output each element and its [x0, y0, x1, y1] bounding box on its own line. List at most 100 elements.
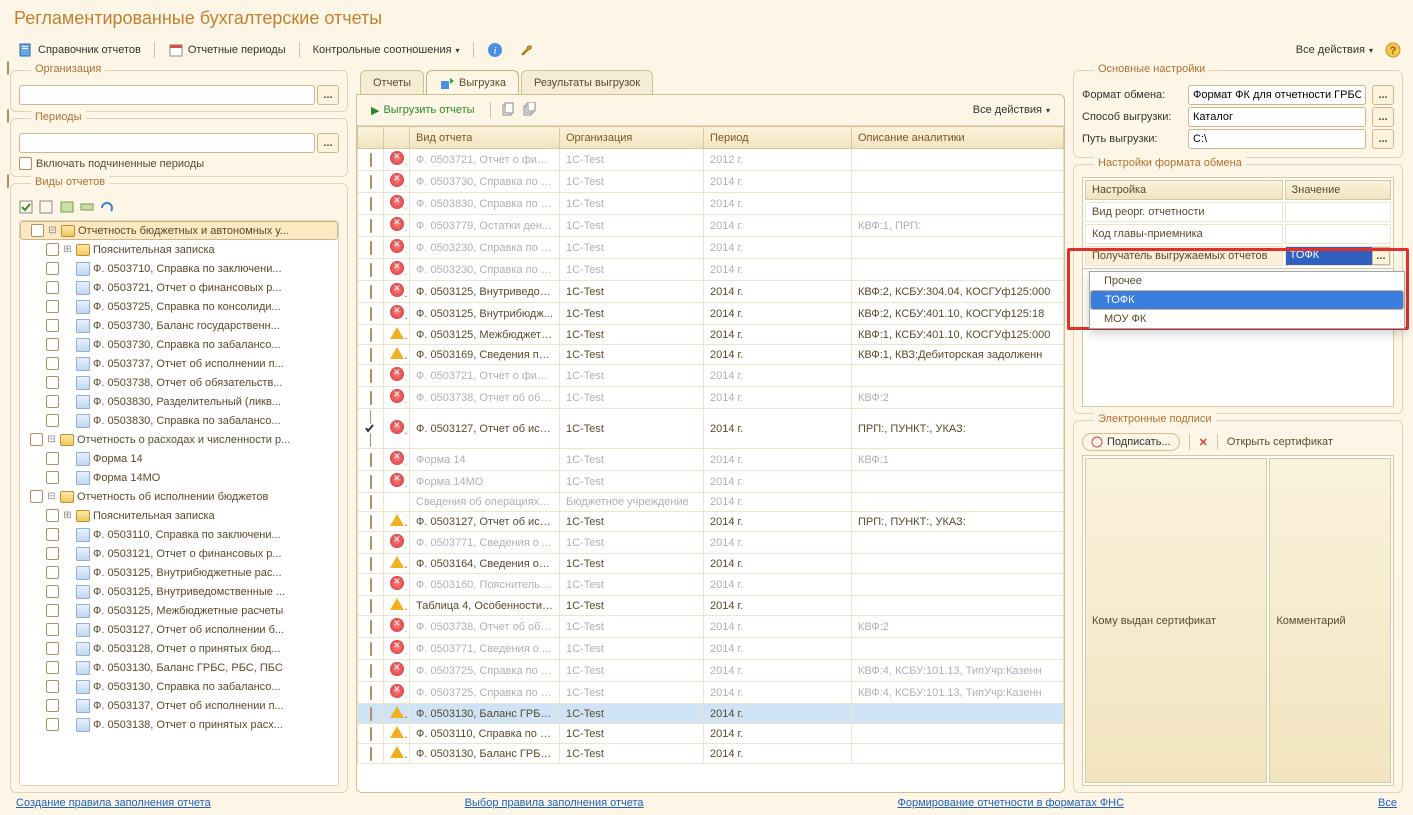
tree-item[interactable]: Форма 14	[20, 449, 338, 468]
tree-item[interactable]: Ф. 0503710, Справка по заключени...	[20, 259, 338, 278]
tree-item[interactable]: Ф. 0503127, Отчет об исполнении б...	[20, 620, 338, 639]
setting-value[interactable]	[1285, 224, 1391, 244]
tree-checkbox[interactable]	[46, 281, 59, 294]
dropdown-option-selected[interactable]: ТОФК	[1090, 290, 1404, 310]
refresh-tree-icon[interactable]	[99, 200, 115, 216]
tree-item[interactable]: Ф. 0503830, Разделительный (ликв...	[20, 392, 338, 411]
tree-checkbox[interactable]	[46, 471, 59, 484]
row-checkbox[interactable]	[364, 410, 377, 447]
tree-item[interactable]: Ф. 0503130, Справка по забалансо...	[20, 677, 338, 696]
grid-row[interactable]: Ф. 0503160, Пояснительн...1C-Test2014 г.	[358, 574, 1064, 596]
tree-item[interactable]: Ф. 0503730, Баланс государственн...	[20, 316, 338, 335]
path-select-button[interactable]: ...	[1372, 129, 1394, 149]
method-input[interactable]	[1188, 107, 1366, 127]
tree-checkbox[interactable]	[46, 319, 59, 332]
row-checkbox[interactable]	[370, 578, 372, 592]
wrench-button[interactable]	[513, 39, 541, 61]
grid-row[interactable]: Ф. 0503725, Справка по к...1C-Test2014 г…	[358, 660, 1064, 682]
cert-col-comment[interactable]: Комментарий	[1269, 458, 1391, 783]
tree-checkbox[interactable]	[46, 376, 59, 389]
grid-row[interactable]: Ф. 0503127, Отчет об исп...1C-Test2014 г…	[358, 409, 1064, 449]
expand-all-icon[interactable]	[59, 200, 75, 216]
types-checkbox[interactable]	[7, 174, 9, 188]
row-checkbox[interactable]	[370, 686, 372, 700]
row-checkbox[interactable]	[370, 369, 372, 383]
tree-item[interactable]: ⊞Пояснительная записка	[20, 506, 338, 525]
checks-button[interactable]: Контрольные соотношения ▾	[307, 41, 466, 59]
grid-row[interactable]: Ф. 0503730, Справка по з...1C-Test2014 г…	[358, 171, 1064, 193]
row-check-cell[interactable]	[358, 365, 384, 387]
tree-checkbox[interactable]	[46, 243, 59, 256]
tree-checkbox[interactable]	[46, 395, 59, 408]
grid-row[interactable]: Ф. 0503164, Сведения об ...1C-Test2014 г…	[358, 554, 1064, 574]
periods-input[interactable]	[19, 133, 315, 153]
grid-row[interactable]: Ф. 0503771, Сведения о ...1C-Test2014 г.	[358, 532, 1064, 554]
tree-item[interactable]: Ф. 0503125, Внутрибюджетные рас...	[20, 563, 338, 582]
org-checkbox[interactable]	[7, 61, 9, 75]
tree-checkbox[interactable]	[46, 718, 59, 731]
row-check-cell[interactable]	[358, 171, 384, 193]
row-check-cell[interactable]	[358, 554, 384, 574]
row-checkbox[interactable]	[370, 599, 372, 613]
grid-row[interactable]: Ф. 0503110, Справка по з...1C-Test2014 г…	[358, 724, 1064, 744]
tree-item[interactable]: Ф. 0503725, Справка по консолиди...	[20, 297, 338, 316]
row-check-cell[interactable]	[358, 744, 384, 764]
row-checkbox[interactable]	[370, 495, 372, 509]
recipient-dropdown-button[interactable]: ...	[1372, 247, 1390, 265]
dropdown-option[interactable]: Прочее	[1090, 272, 1404, 290]
row-check-cell[interactable]	[358, 704, 384, 724]
method-select-button[interactable]: ...	[1372, 107, 1394, 127]
tree-item[interactable]: Ф. 0503130, Баланс ГРБС, РБС, ПБС	[20, 658, 338, 677]
tree-checkbox[interactable]	[46, 699, 59, 712]
setting-row-recipient[interactable]: Получатель выгружаемых отчетов ТОФК ...	[1085, 246, 1391, 266]
row-checkbox[interactable]	[370, 475, 372, 489]
expand-icon[interactable]: ⊞	[62, 244, 73, 255]
periods-checkbox[interactable]	[7, 109, 9, 123]
tree-item[interactable]: ⊟Отчетность о расходах и численности р..…	[20, 430, 338, 449]
dropdown-option[interactable]: МОУ ФК	[1090, 310, 1404, 328]
tree-checkbox[interactable]	[46, 604, 59, 617]
grid-row[interactable]: Ф. 0503130, Баланс ГРБС...1C-Test2014 г.	[358, 704, 1064, 724]
row-check-cell[interactable]	[358, 215, 384, 237]
footer-create-rule[interactable]: Создание правила заполнения отчета	[16, 797, 211, 809]
row-check-cell[interactable]	[358, 387, 384, 409]
row-checkbox[interactable]	[370, 307, 372, 321]
row-checkbox[interactable]	[370, 219, 372, 233]
row-checkbox[interactable]	[370, 391, 372, 405]
delete-icon[interactable]: ✕	[1199, 436, 1208, 449]
tree-checkbox[interactable]	[30, 433, 43, 446]
setting-value-recipient[interactable]: ТОФК ...	[1285, 246, 1391, 266]
grid-row[interactable]: Форма 14МО1C-Test2014 г.	[358, 471, 1064, 493]
row-check-cell[interactable]	[358, 660, 384, 682]
info-button[interactable]: i	[481, 39, 509, 61]
row-check-cell[interactable]	[358, 193, 384, 215]
row-check-cell[interactable]	[358, 682, 384, 704]
tree-checkbox[interactable]	[46, 680, 59, 693]
setting-row[interactable]: Вид реорг. отчетности	[1085, 202, 1391, 222]
row-check-cell[interactable]	[358, 596, 384, 616]
grid-row[interactable]: Ф. 0503230, Справка по з...1C-Test2014 г…	[358, 237, 1064, 259]
grid-row[interactable]: Ф. 0503830, Справка по з...1C-Test2014 г…	[358, 193, 1064, 215]
row-check-cell[interactable]	[358, 259, 384, 281]
grid-row[interactable]: Ф. 0503771, Сведения о ...1C-Test2014 г.	[358, 638, 1064, 660]
grid-header-org[interactable]: Организация	[560, 127, 704, 149]
row-checkbox[interactable]	[370, 285, 372, 299]
row-check-cell[interactable]	[358, 638, 384, 660]
footer-fns[interactable]: Формирование отчетности в форматах ФНС	[897, 797, 1124, 809]
footer-select-rule[interactable]: Выбор правила заполнения отчета	[465, 797, 644, 809]
report-types-tree[interactable]: ⊟Отчетность бюджетных и автономных у...⊞…	[20, 221, 338, 734]
grid-header-analytics[interactable]: Описание аналитики	[852, 127, 1064, 149]
tree-checkbox[interactable]	[46, 262, 59, 275]
grid-row[interactable]: Ф. 0503125, Внутрибюдж...1C-Test2014 г.К…	[358, 303, 1064, 325]
row-checkbox[interactable]	[370, 642, 372, 656]
collapse-icon[interactable]: ⊟	[47, 225, 58, 236]
copy-icon[interactable]	[500, 102, 516, 118]
row-check-cell[interactable]	[358, 574, 384, 596]
collapse-icon[interactable]: ⊟	[46, 491, 57, 502]
copy-multi-icon[interactable]	[522, 102, 538, 118]
check-all-icon[interactable]	[19, 200, 35, 216]
row-checkbox[interactable]	[370, 197, 372, 211]
uncheck-all-icon[interactable]	[39, 200, 55, 216]
row-checkbox[interactable]	[370, 263, 372, 277]
grid-row[interactable]: Ф. 0503779, Остатки ден...1C-Test2014 г.…	[358, 215, 1064, 237]
